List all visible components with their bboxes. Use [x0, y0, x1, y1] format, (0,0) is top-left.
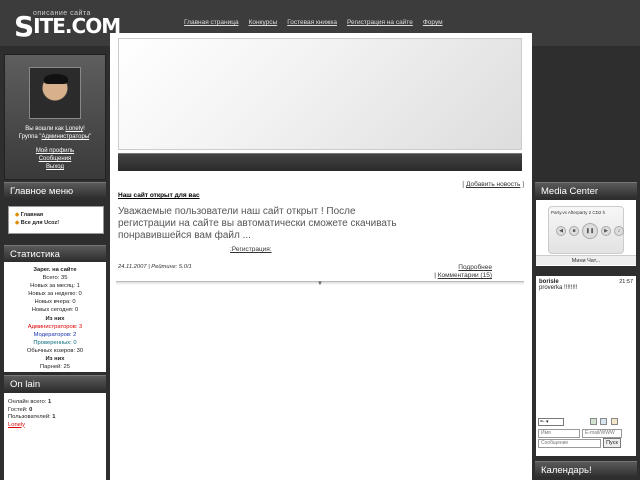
menu-item-label: Главная: [20, 212, 44, 218]
chevron-down-icon: ▼: [317, 281, 323, 287]
logo-text: ITE.COM: [33, 14, 121, 38]
add-news-bracket-open: [: [462, 181, 465, 188]
group-line: Группа "Администраторы": [5, 133, 105, 141]
news-meta: 24.11.2007 | Рейтинг: 5.0/1: [118, 264, 192, 270]
stats-of-them: Из них: [45, 315, 65, 322]
logo-letter: S: [14, 10, 34, 43]
group-label: Группа ": [18, 134, 42, 140]
stats-title: Статистика: [4, 245, 106, 262]
top-nav: Главная страница Конкурсы Гостевая книжк…: [184, 19, 443, 26]
menu-item-label: Все для Ucoz!: [20, 220, 60, 226]
minichat-label: Мини Чат...: [536, 255, 636, 265]
add-news: [ Добавить новость ]: [462, 181, 524, 188]
online-guests: Гостей: 0: [8, 407, 102, 415]
main-menu-title: Главное меню: [4, 182, 106, 199]
online-guests-value: 0: [29, 406, 33, 413]
stats-heading: Зарег. на сайте: [33, 267, 77, 273]
online-total-label: Онлайн всего:: [8, 399, 47, 405]
next-icon[interactable]: ▶: [601, 226, 611, 236]
menu-item-ucoz[interactable]: ◆ Все для Ucoz!: [15, 219, 97, 227]
registration-link[interactable]: :Регистрация:: [230, 246, 272, 253]
player-track: Party.vs Afterparty 2 CD2 h: [551, 210, 606, 215]
main-menu: ◆ Главная ◆ Все для Ucoz!: [8, 206, 104, 234]
menu-item-home[interactable]: ◆ Главная: [15, 211, 97, 219]
comments-link[interactable]: Комментарии (15): [438, 272, 492, 279]
stats-panel: Зарег. на сайте Всего: 35 Новых за месяц…: [4, 262, 106, 378]
banner-bar: [118, 153, 522, 171]
site-logo[interactable]: SITE.COM: [14, 10, 121, 43]
player-controls: ◀ ■ ❚❚ ▶ ♪: [556, 223, 624, 239]
online-total-value: 1: [47, 399, 52, 405]
profile-link[interactable]: Мой профиль: [36, 148, 74, 154]
chat-text: proverka !!!!!!!!: [539, 285, 578, 291]
bullet-icon: ◆: [15, 212, 20, 218]
prev-icon[interactable]: ◀: [556, 226, 566, 236]
online-total: Онлайн всего: 1: [8, 399, 102, 407]
avatar: [29, 67, 81, 119]
stats-week: Новых за неделю: 0: [28, 291, 82, 298]
minichat-messages: borisle 21:57 proverka !!!!!!!!: [536, 276, 636, 414]
stats-total: Всего: 35: [42, 275, 68, 282]
online-title: On lain: [4, 375, 106, 392]
smiley-icon[interactable]: [600, 418, 607, 425]
pause-icon[interactable]: ❚❚: [582, 223, 598, 239]
add-news-bracket-close: ]: [522, 181, 524, 188]
chat-time: 21:57: [619, 279, 633, 285]
stop-icon[interactable]: ■: [569, 226, 579, 236]
nav-guestbook[interactable]: Гостевая книжка: [287, 19, 337, 26]
stats-of-them-2: Из них: [45, 356, 65, 363]
group-link[interactable]: Администраторы: [42, 134, 90, 140]
stats-users: Обычных юзеров: 30: [26, 347, 84, 354]
online-guests-label: Гостей:: [8, 406, 28, 413]
online-user-link[interactable]: Lonely: [8, 422, 25, 428]
logout-link[interactable]: Выход: [46, 164, 64, 170]
email-input[interactable]: E-mail/WWW: [582, 429, 622, 438]
refresh-icon[interactable]: [590, 418, 597, 425]
news-title[interactable]: Наш сайт открыт для вас: [118, 192, 200, 199]
online-users-value: 1: [52, 414, 56, 420]
nav-register[interactable]: Регистрация на сайте: [347, 19, 413, 26]
stats-checked: Проверенных: 0: [33, 339, 77, 346]
online-users-label: Пользователей:: [8, 414, 51, 420]
stats-today: Новых сегодня: 0: [31, 307, 79, 314]
logged-in-label: Вы вошли как: [25, 126, 64, 132]
stats-month: Новых за месяц: 1: [30, 283, 80, 290]
messages-link[interactable]: Сообщения: [39, 156, 72, 162]
smiley-select-value: =-: [540, 419, 545, 425]
bullet-icon: ◆: [15, 220, 20, 226]
smiley-select[interactable]: =- ▾: [538, 418, 564, 426]
media-center-title: Media Center: [535, 182, 637, 199]
stats-admins: Администраторов: 3: [27, 323, 83, 330]
volume-icon[interactable]: ♪: [614, 226, 624, 236]
read-more-link[interactable]: Подробнее: [458, 264, 492, 271]
name-input[interactable]: Имя: [538, 429, 580, 438]
nav-forum[interactable]: Форум: [423, 19, 443, 26]
user-links: Мой профиль Сообщения Выход: [5, 147, 105, 171]
online-users: Пользователей: 1: [8, 414, 102, 422]
stats-yesterday: Новых вчера: 0: [34, 299, 76, 306]
calendar-title: Календарь!: [535, 461, 637, 478]
stats-mods: Модераторов: 2: [33, 331, 77, 338]
nav-home[interactable]: Главная страница: [184, 19, 239, 26]
message-input[interactable]: Сообщение: [538, 439, 601, 448]
banner: [118, 38, 522, 150]
send-button[interactable]: Пуск: [603, 438, 621, 448]
news-links: Подробнее | Комментарии (15): [434, 264, 492, 280]
nav-contests[interactable]: Конкурсы: [249, 19, 278, 26]
stats-boys: Парней: 25: [40, 364, 70, 371]
username-link[interactable]: Lonely: [65, 126, 83, 132]
bbcode-icon[interactable]: [611, 418, 618, 425]
news-text: Уважаемые пользователи наш сайт открыт !…: [118, 206, 397, 241]
add-news-link[interactable]: Добавить новость: [466, 181, 520, 188]
group-quote: ": [89, 134, 92, 140]
logged-in-line: Вы вошли как Lonely!: [25, 126, 85, 132]
user-panel: Вы вошли как Lonely! Группа "Администрат…: [4, 54, 106, 180]
online-panel: Онлайн всего: 1 Гостей: 0 Пользователей:…: [4, 393, 106, 480]
